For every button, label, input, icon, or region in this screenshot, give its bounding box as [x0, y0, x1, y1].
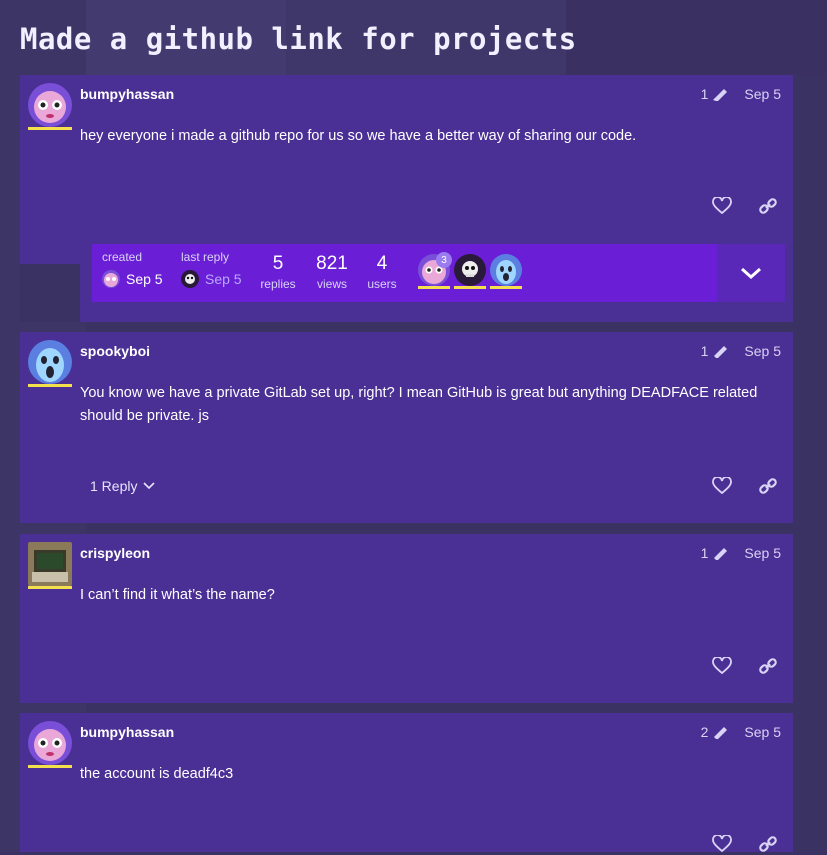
users-count: 4 [376, 253, 388, 274]
link-icon [759, 836, 777, 852]
post-body: hey everyone i made a github repo for us… [80, 128, 637, 144]
avatar[interactable] [28, 83, 72, 127]
users-label: users [367, 277, 397, 291]
last-reply-date[interactable]: Sep 5 [205, 271, 242, 287]
created-date[interactable]: Sep 5 [126, 271, 163, 287]
username[interactable]: crispyleon [80, 545, 150, 561]
created-info: created Sep 5 [102, 250, 163, 288]
edit-count: 2 [700, 724, 709, 740]
post-3: crispyleon 1 Sep 5 I can’t find it what’… [20, 534, 793, 703]
pencil-icon [714, 346, 728, 358]
topic-map: created Sep 5 last reply Sep 5 5 replies… [92, 244, 785, 302]
expand-topic-map-button[interactable] [717, 244, 785, 302]
avatar[interactable] [28, 542, 72, 586]
flair-bar [28, 765, 72, 768]
like-button[interactable] [711, 475, 733, 497]
flair-bar [454, 286, 486, 289]
post-count-badge: 3 [436, 252, 452, 268]
users-stat: 4 users [360, 253, 404, 291]
replies-toggle-label: 1 Reply [90, 478, 138, 494]
link-icon [759, 478, 777, 494]
edit-history[interactable]: 1 [701, 343, 731, 359]
pencil-icon [713, 89, 728, 101]
post-body: the account is deadf4c3 [80, 766, 234, 782]
username[interactable]: bumpyhassan [80, 86, 174, 102]
heart-icon [712, 477, 732, 495]
last-reply-info: last reply Sep 5 [181, 250, 242, 288]
edit-count: 1 [700, 545, 709, 561]
post-4: bumpyhassan 2 Sep 5 the account is deadf… [20, 713, 793, 853]
replies-count: 5 [272, 253, 284, 274]
replies-stat: 5 replies [256, 253, 300, 291]
pencil-icon [714, 548, 728, 560]
topic-title: Made a github link for projects [20, 22, 577, 56]
flair-bar [490, 286, 522, 289]
edit-history[interactable]: 1 [701, 545, 731, 561]
post-meta: 1 Sep 5 [701, 545, 781, 561]
avatar[interactable] [181, 270, 199, 288]
post-gutter [20, 264, 80, 322]
edit-count: 1 [700, 343, 709, 359]
flair-bar [28, 384, 72, 387]
heart-icon [712, 657, 732, 675]
post-meta: 1 Sep 5 [701, 86, 781, 102]
views-count: 821 [316, 253, 348, 274]
replies-label: replies [260, 277, 296, 291]
share-button[interactable] [757, 655, 779, 677]
post-2: spookyboi 1 Sep 5 You know we have a pri… [20, 332, 793, 523]
username[interactable]: spookyboi [80, 343, 150, 359]
link-icon [759, 198, 777, 214]
share-button[interactable] [757, 195, 779, 217]
post-body: You know we have a private GitLab set up… [80, 385, 758, 424]
post-meta: 2 Sep 5 [701, 724, 781, 740]
avatar[interactable] [28, 340, 72, 384]
post-actions [711, 655, 779, 677]
participant-avatar[interactable] [454, 254, 486, 286]
avatar[interactable] [28, 721, 72, 765]
post-actions [711, 195, 779, 217]
last-reply-label: last reply [181, 250, 230, 264]
flair-bar [28, 586, 72, 589]
pencil-icon [714, 727, 728, 739]
post-meta: 1 Sep 5 [701, 343, 781, 359]
post-date[interactable]: Sep 5 [744, 724, 781, 740]
avatar[interactable] [102, 270, 120, 288]
chevron-down-icon [741, 267, 761, 280]
share-button[interactable] [757, 475, 779, 497]
edit-history[interactable]: 2 [701, 724, 731, 740]
replies-toggle[interactable]: 1 Reply [90, 478, 156, 494]
edit-history[interactable]: 1 [701, 86, 731, 102]
like-button[interactable] [711, 655, 733, 677]
post-date[interactable]: Sep 5 [744, 545, 781, 561]
like-button[interactable] [711, 195, 733, 217]
chevron-down-icon [143, 482, 156, 490]
created-label: created [102, 250, 143, 264]
link-icon [759, 658, 777, 674]
username[interactable]: bumpyhassan [80, 724, 174, 740]
heart-icon [712, 835, 732, 853]
post-body: I can’t find it what’s the name? [80, 587, 275, 603]
views-label: views [316, 277, 347, 291]
flair-bar [418, 286, 450, 289]
flair-bar [28, 127, 72, 130]
post-date[interactable]: Sep 5 [744, 343, 781, 359]
views-stat: 821 views [310, 253, 354, 291]
heart-icon [712, 197, 732, 215]
post-actions [711, 475, 779, 497]
post-date[interactable]: Sep 5 [744, 86, 781, 102]
participant-avatar[interactable] [490, 254, 522, 286]
edit-count: 1 [700, 86, 709, 102]
